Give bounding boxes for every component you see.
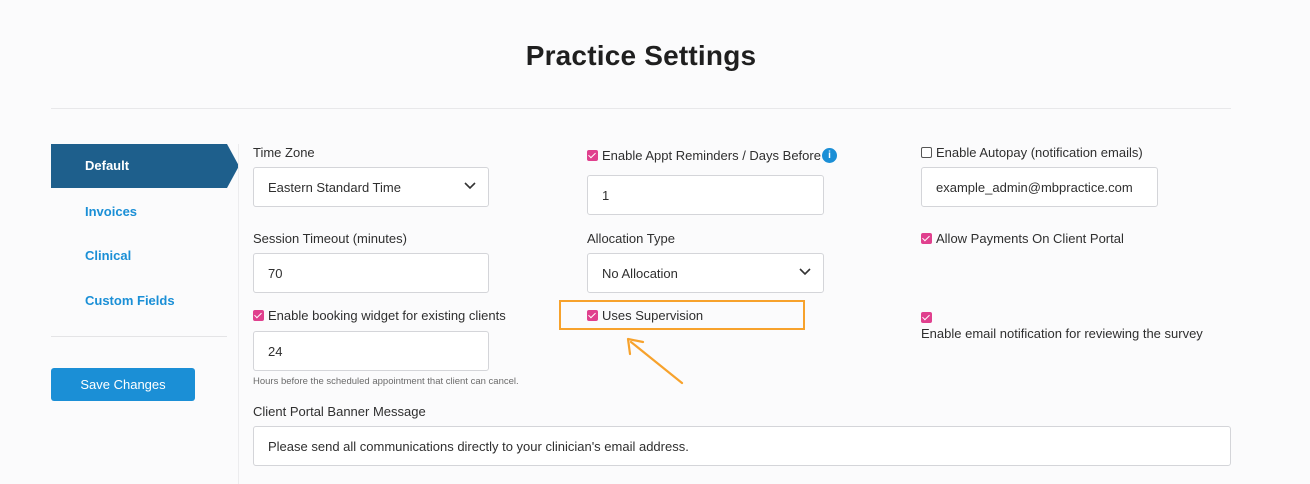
allocation-type-label: Allocation Type <box>587 231 675 246</box>
session-timeout-input[interactable]: 70 <box>253 253 489 293</box>
sidebar-item-label: Default <box>85 158 130 173</box>
autopay-option[interactable]: Enable Autopay (notification emails) <box>921 145 1143 160</box>
appt-reminders-days-input[interactable]: 1 <box>587 175 824 215</box>
sidebar-item-custom-fields[interactable]: Custom Fields <box>85 293 175 308</box>
pointer-arrow-icon <box>626 337 684 385</box>
session-timeout-label: Session Timeout (minutes) <box>253 231 407 246</box>
sidebar-item-clinical[interactable]: Clinical <box>85 248 131 263</box>
autopay-email-input[interactable]: example_admin@mbpractice.com <box>921 167 1158 207</box>
allocation-type-value: No Allocation <box>602 265 678 281</box>
survey-notification-label: Enable email notification for reviewing … <box>921 326 1203 341</box>
save-changes-button[interactable]: Save Changes <box>51 368 195 401</box>
time-zone-value: Eastern Standard Time <box>268 179 401 195</box>
booking-widget-checkbox[interactable] <box>253 310 264 321</box>
banner-message-label: Client Portal Banner Message <box>253 404 426 419</box>
chevron-down-icon <box>464 182 476 192</box>
autopay-email-value: example_admin@mbpractice.com <box>936 179 1133 195</box>
appt-reminders-label: Enable Appt Reminders / Days Before <box>602 148 821 163</box>
client-portal-payments-option[interactable]: Allow Payments On Client Portal <box>921 231 1124 246</box>
uses-supervision-label: Uses Supervision <box>602 308 704 323</box>
banner-message-input[interactable]: Please send all communications directly … <box>253 426 1231 466</box>
sidebar-item-default[interactable]: Default <box>51 144 239 188</box>
survey-notification-checkbox[interactable] <box>921 312 932 323</box>
time-zone-select[interactable]: Eastern Standard Time <box>253 167 489 207</box>
booking-widget-hours-input[interactable]: 24 <box>253 331 489 371</box>
autopay-label: Enable Autopay (notification emails) <box>936 145 1143 160</box>
time-zone-label: Time Zone <box>253 145 315 160</box>
survey-notification-option[interactable] <box>921 310 936 325</box>
page-title: Practice Settings <box>525 40 757 71</box>
appt-reminders-days-value: 1 <box>602 187 610 203</box>
booking-widget-hint: Hours before the scheduled appointment t… <box>253 376 519 387</box>
chevron-down-icon <box>799 268 811 278</box>
client-portal-payments-label: Allow Payments On Client Portal <box>936 231 1124 246</box>
allocation-type-select[interactable]: No Allocation <box>587 253 824 293</box>
active-tab-shape <box>51 144 239 188</box>
info-icon[interactable]: i <box>821 148 837 163</box>
uses-supervision-option[interactable]: Uses Supervision <box>587 308 703 323</box>
sidebar-item-invoices[interactable]: Invoices <box>85 204 137 219</box>
client-portal-payments-checkbox[interactable] <box>921 233 932 244</box>
uses-supervision-checkbox[interactable] <box>587 310 598 321</box>
booking-widget-label: Enable booking widget for existing clien… <box>268 308 506 323</box>
banner-message-value: Please send all communications directly … <box>268 438 689 454</box>
appt-reminders-checkbox[interactable] <box>587 150 598 161</box>
session-timeout-value: 70 <box>268 265 283 281</box>
header-divider <box>51 108 1231 109</box>
appt-reminders-option[interactable]: Enable Appt Reminders / Days Before i <box>587 148 837 163</box>
sidebar-divider <box>51 336 227 337</box>
booking-widget-hours-value: 24 <box>268 343 283 359</box>
autopay-checkbox[interactable] <box>921 147 932 158</box>
booking-widget-option[interactable]: Enable booking widget for existing clien… <box>253 308 506 323</box>
content-divider <box>238 144 239 484</box>
